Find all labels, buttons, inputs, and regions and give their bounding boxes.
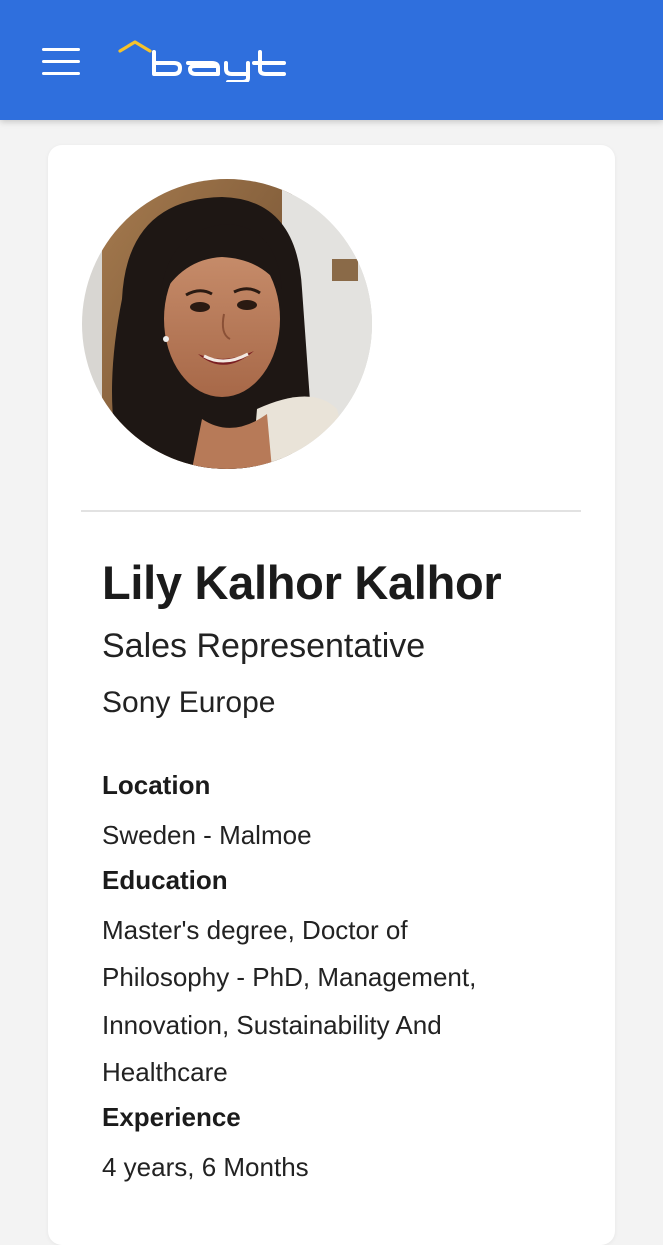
experience-value: 4 years, 6 Months	[102, 1151, 309, 1182]
location-value: Sweden - Malmoe	[102, 820, 312, 850]
bayt-logo[interactable]: bayt	[116, 38, 291, 82]
profile-photo	[82, 179, 372, 469]
profile-name: Lily Kalhor Kalhor	[102, 556, 502, 609]
menu-line	[42, 48, 80, 51]
education-label: Education	[102, 864, 228, 895]
profile-photo-image	[82, 179, 372, 469]
education-line: Philosophy - PhD, Management,	[102, 962, 477, 992]
menu-line	[42, 72, 80, 75]
education-line: Master's degree, Doctor of	[102, 914, 408, 945]
education-line: Healthcare	[102, 1057, 228, 1087]
bayt-logo-graphic	[118, 40, 286, 82]
profile-details: Location Sweden - Malmoe Education Maste…	[102, 765, 562, 1191]
education-value: Master's degree, Doctor of Philosophy - …	[102, 907, 562, 1097]
hamburger-menu-icon[interactable]	[42, 46, 82, 78]
education-line: Innovation, Sustainability And	[102, 1009, 442, 1040]
section-divider	[81, 510, 581, 512]
top-app-bar: bayt	[0, 0, 663, 120]
menu-line	[42, 60, 80, 63]
company-name: Sony Europe	[102, 686, 276, 719]
job-title: Sales Representative	[102, 627, 426, 665]
profile-card: Lily Kalhor Kalhor Sales Representative …	[48, 145, 615, 1245]
experience-label: Experience	[102, 1101, 241, 1132]
location-label: Location	[102, 770, 211, 800]
